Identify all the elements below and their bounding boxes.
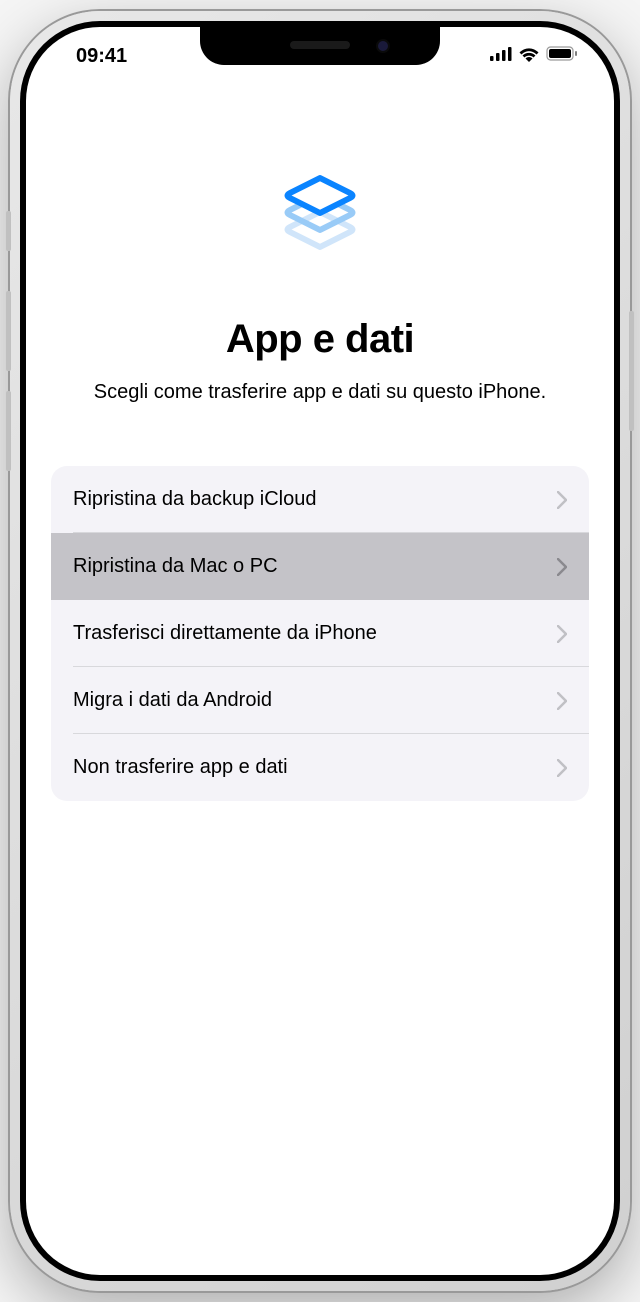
chevron-right-icon xyxy=(557,558,567,576)
power-button xyxy=(629,311,634,431)
transfer-options-list: Ripristina da backup iCloud Ripristina d… xyxy=(51,466,589,801)
volume-up-button xyxy=(6,291,11,371)
chevron-right-icon xyxy=(557,491,567,509)
volume-down-button xyxy=(6,391,11,471)
option-restore-icloud[interactable]: Ripristina da backup iCloud xyxy=(51,466,589,533)
wifi-icon xyxy=(518,46,540,67)
setup-content: App e dati Scegli come trasferire app e … xyxy=(26,27,614,801)
mute-switch xyxy=(6,211,11,251)
option-label: Ripristina da backup iCloud xyxy=(73,488,316,511)
option-migrate-android[interactable]: Migra i dati da Android xyxy=(51,667,589,734)
speaker-grille xyxy=(290,41,350,49)
page-subtitle: Scegli come trasferire app e dati su que… xyxy=(54,378,586,406)
chevron-right-icon xyxy=(557,692,567,710)
page-title: App e dati xyxy=(226,317,414,362)
cellular-icon xyxy=(490,47,512,66)
chevron-right-icon xyxy=(557,625,567,643)
option-label: Migra i dati da Android xyxy=(73,689,272,712)
status-icons xyxy=(490,38,584,67)
option-transfer-iphone[interactable]: Trasferisci direttamente da iPhone xyxy=(51,600,589,667)
notch xyxy=(200,27,440,65)
option-label: Ripristina da Mac o PC xyxy=(73,555,278,578)
option-dont-transfer[interactable]: Non trasferire app e dati xyxy=(51,734,589,801)
option-label: Non trasferire app e dati xyxy=(73,756,288,779)
screen: 09:41 xyxy=(26,27,614,1275)
status-time: 09:41 xyxy=(56,37,127,68)
front-camera xyxy=(376,39,390,53)
apps-data-hero-icon xyxy=(260,167,380,287)
device-bezel: 09:41 xyxy=(20,21,620,1281)
battery-icon xyxy=(546,46,578,66)
option-restore-mac-pc[interactable]: Ripristina da Mac o PC xyxy=(51,533,589,600)
option-label: Trasferisci direttamente da iPhone xyxy=(73,622,377,645)
chevron-right-icon xyxy=(557,759,567,777)
iphone-device-frame: 09:41 xyxy=(10,11,630,1291)
